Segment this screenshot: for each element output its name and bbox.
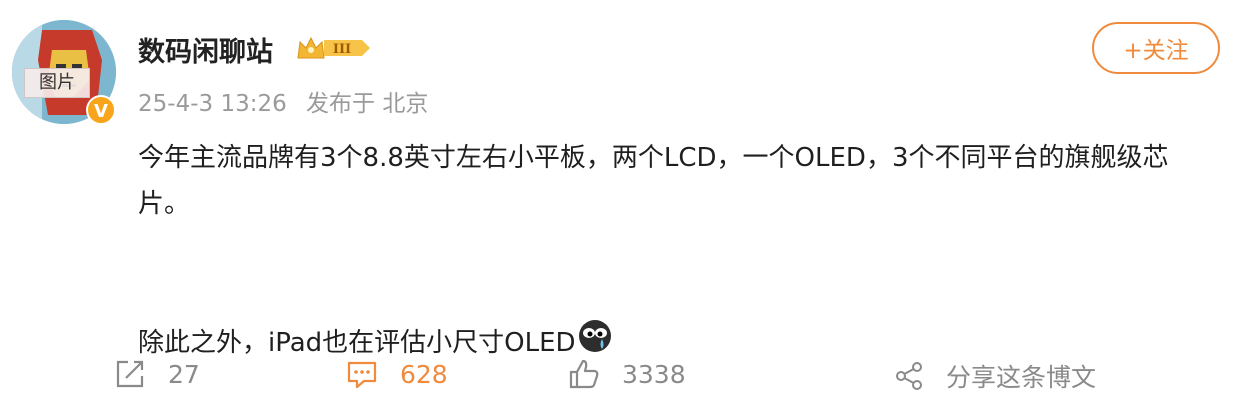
post-time[interactable]: 25-4-3 13:26 — [138, 91, 287, 117]
post-text-line: 除此之外，iPad也在评估小尺寸OLED — [138, 328, 576, 358]
comment-count: 628 — [400, 359, 448, 389]
thumbs-up-icon — [569, 359, 599, 389]
rank-label: III — [333, 42, 351, 57]
verified-badge-icon: V — [86, 95, 116, 125]
share-icon — [896, 362, 922, 390]
post-text-paragraph: 今年主流品牌有3个8.8英寸左右小平板，两个LCD，一个OLED，3个不同平台的… — [138, 143, 1169, 219]
user-name[interactable]: 数码闲聊站 — [138, 30, 273, 69]
follow-button[interactable]: +关注 — [1092, 22, 1220, 74]
like-count: 3338 — [622, 359, 686, 389]
crown-rank-icon[interactable]: III — [296, 34, 372, 66]
image-tag: 图片 — [24, 68, 90, 98]
share-button[interactable]: 分享这条博文 — [894, 358, 1096, 394]
repost-button[interactable]: 27 — [114, 358, 200, 390]
repost-count: 27 — [168, 359, 200, 389]
share-label: 分享这条博文 — [946, 363, 1097, 392]
post-location: 发布于 北京 — [306, 91, 429, 117]
like-button[interactable]: 3338 — [568, 358, 686, 390]
comment-button[interactable]: 628 — [346, 358, 448, 390]
repost-icon — [116, 360, 144, 388]
action-bar: 27 628 3338 分享这条博文 — [0, 358, 1244, 402]
post-content: 今年主流品牌有3个8.8英寸左右小平板，两个LCD，一个OLED，3个不同平台的… — [138, 135, 1208, 368]
post-meta: 25-4-3 13:26 发布于 北京 — [138, 84, 428, 118]
comment-icon — [347, 361, 377, 389]
